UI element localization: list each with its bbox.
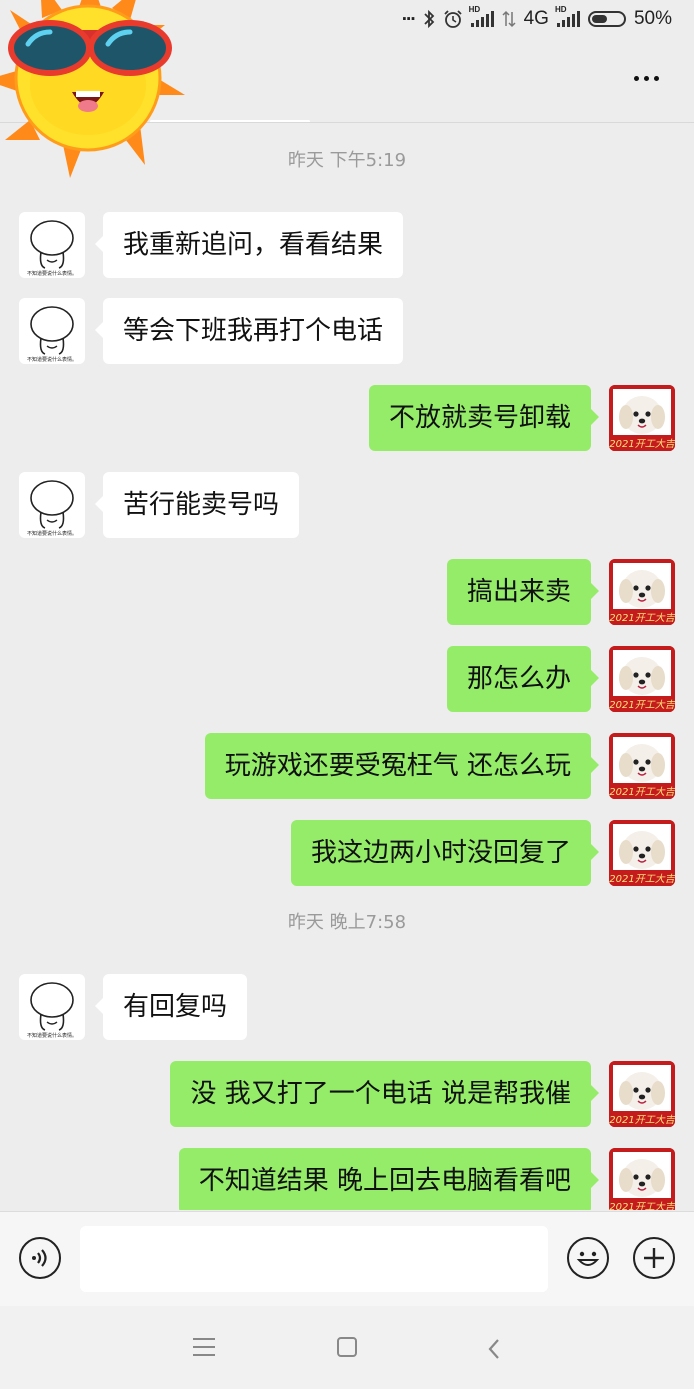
message-bubble[interactable]: 等会下班我再打个电话 [94,298,404,364]
sent-message: 2021开工大吉没 我又打了一个电话 说是帮我催 [0,1061,694,1127]
message-bubble[interactable]: 苦行能卖号吗 [94,472,300,538]
sent-message: 2021开工大吉 我这边两小时没回复了 [0,820,694,886]
my-avatar[interactable]: 2021开工大吉 [609,733,675,799]
svg-text:不知道要说什么表情。: 不知道要说什么表情。 [27,1032,77,1039]
my-avatar[interactable]: 2021开工大吉 [609,1061,675,1127]
message-bubble[interactable]: 不知道结果 晚上回去电脑看看吧 [178,1148,600,1210]
message-bubble[interactable]: 不放就卖号卸载 [368,385,600,451]
svg-text:不知道要说什么表情。: 不知道要说什么表情。 [27,356,77,363]
more-notifications-icon: ... [401,4,416,25]
message-bubble[interactable]: 有回复吗 [94,974,248,1040]
message-bubble[interactable]: 我重新追问，看看结果 [94,212,404,278]
message-bubble[interactable]: 搞出来卖 [446,559,600,625]
svg-text:2021开工大吉: 2021开工大吉 [609,1114,675,1126]
received-message: 不知道要说什么表情。 我重新追问，看看结果 [0,212,694,278]
svg-text:2021开工大吉: 2021开工大吉 [609,786,675,798]
received-message: 不知道要说什么表情。 有回复吗 [0,974,694,1040]
message-input[interactable] [80,1226,548,1292]
received-message: 不知道要说什么表情。 苦行能卖号吗 [0,472,694,538]
my-avatar[interactable]: 2021开工大吉 [609,385,675,451]
contact-avatar[interactable]: 不知道要说什么表情。 [19,472,85,538]
svg-text:2021开工大吉: 2021开工大吉 [609,612,675,624]
message-bubble[interactable]: 玩游戏还要受冤枉气 还怎么玩 [204,733,600,799]
timestamp: 昨天 下午5:19 [287,150,407,171]
signal-icon: HD [469,5,494,27]
svg-text:2021开工大吉: 2021开工大吉 [609,699,675,711]
svg-text:不知道要说什么表情。: 不知道要说什么表情。 [27,270,77,277]
status-icons: ... HD 4G HD 50% [402,4,672,30]
signal-icon-2: HD [555,5,580,27]
sent-message: 2021开工大吉 玩游戏还要受冤枉气 还怎么玩 [0,733,694,799]
input-bar [0,1211,694,1306]
home-icon[interactable] [337,1337,357,1357]
data-arrows-icon [502,10,516,28]
my-avatar[interactable]: 2021开工大吉 [609,559,675,625]
sent-message: 2021开工大吉 搞出来卖 [0,559,694,625]
svg-text:2021开工大吉: 2021开工大吉 [609,438,675,450]
timestamp: 昨天 晚上7:58 [287,912,407,933]
my-avatar[interactable]: 2021开工大吉 [609,646,675,712]
battery-percent: 50% [633,8,672,29]
emoji-icon[interactable] [567,1237,609,1279]
plus-icon[interactable] [633,1237,675,1279]
system-nav-bar [0,1306,694,1389]
message-bubble[interactable]: 那怎么办 [446,646,600,712]
more-icon[interactable] [626,58,666,98]
message-bubble[interactable]: 没 我又打了一个电话 说是帮我催 [170,1061,599,1127]
sent-message: 2021开工大吉 不知道结果 晚上回去电脑看看吧 [0,1148,694,1210]
contact-avatar[interactable]: 不知道要说什么表情。 [19,298,85,364]
sent-message: 2021开工大吉 那怎么办 [0,646,694,712]
voice-icon[interactable] [19,1237,61,1279]
svg-text:不知道要说什么表情。: 不知道要说什么表情。 [27,530,77,537]
alarm-icon [443,10,462,28]
my-avatar[interactable]: 2021开工大吉 [609,1148,675,1210]
battery-icon [587,11,626,27]
battery-level [591,15,607,23]
contact-avatar[interactable]: 不知道要说什么表情。 [19,212,85,278]
received-message: 不知道要说什么表情。 等会下班我再打个电话 [0,298,694,364]
my-avatar[interactable]: 2021开工大吉 [609,820,675,886]
sent-message: 2021开工大吉 不放就卖号卸载 [0,385,694,451]
bluetooth-icon [423,9,434,29]
chat-message-list[interactable]: 昨天 下午5:19 不知道要说什么表情。 我重新追问，看看结果 不知道要说什么表情。等… [0,124,694,1210]
back-icon[interactable] [480,1334,510,1364]
message-bubble[interactable]: 我这边两小时没回复了 [290,820,600,886]
svg-text:2021开工大吉: 2021开工大吉 [609,1201,675,1210]
svg-text:2021开工大吉: 2021开工大吉 [609,873,675,885]
network-type: 4G [523,8,549,29]
contact-avatar[interactable]: 不知道要说什么表情。 [19,974,85,1040]
menu-icon[interactable] [193,1338,215,1358]
